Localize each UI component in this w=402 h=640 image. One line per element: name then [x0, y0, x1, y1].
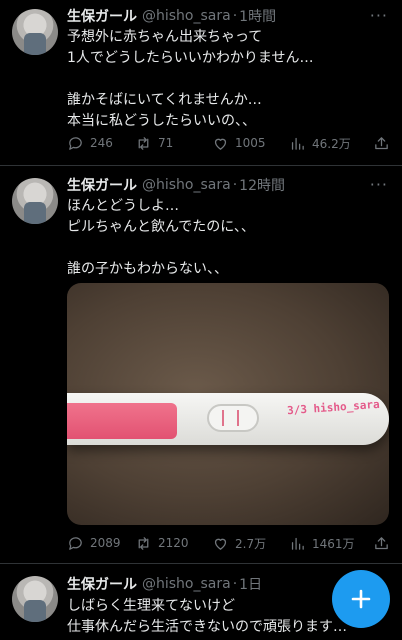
- like-count: 1005: [235, 136, 266, 150]
- views-icon: [291, 137, 304, 150]
- more-icon[interactable]: ···: [370, 175, 388, 194]
- reply-icon: [69, 536, 82, 550]
- reply-count: 2089: [90, 536, 121, 550]
- handle[interactable]: @hisho_sara: [142, 177, 231, 193]
- separator: ·: [232, 8, 238, 24]
- timestamp[interactable]: 12時間: [239, 175, 285, 195]
- timestamp[interactable]: 1日: [239, 574, 262, 594]
- avatar[interactable]: [12, 9, 58, 55]
- test-stick-cap: [67, 403, 177, 439]
- retweet-button[interactable]: 2120: [135, 535, 212, 552]
- reply-button[interactable]: 2089: [67, 535, 135, 552]
- tweet-text-line: 本当に私どうしたらいいの、、: [67, 113, 256, 129]
- tweet-header: 生保ガール @hisho_sara · 1時間: [67, 6, 276, 26]
- views-button[interactable]: 46.2万: [289, 135, 373, 152]
- tweet-text-line: [67, 238, 389, 259]
- retweet-icon: [138, 136, 149, 150]
- share-icon: [375, 536, 388, 549]
- display-name[interactable]: 生保ガール: [67, 574, 137, 594]
- tweet[interactable]: 生保ガール @hisho_sara · 1時間 ··· 予想外に赤ちゃん出来ちゃ…: [0, 0, 402, 166]
- retweet-count: 71: [158, 136, 174, 150]
- views-count: 1461万: [312, 536, 355, 551]
- tweet-text-line: ピルちゃんと飲んでたのに、、: [67, 219, 255, 235]
- reply-count: 246: [90, 136, 113, 150]
- more-icon[interactable]: ···: [370, 6, 388, 25]
- tweet-text-line: [67, 69, 389, 90]
- heart-icon: [214, 538, 227, 550]
- like-button[interactable]: 2.7万: [212, 535, 289, 552]
- views-icon: [291, 537, 304, 550]
- plus-icon: [351, 589, 371, 609]
- timestamp[interactable]: 1時間: [239, 6, 276, 26]
- tweet-text-line: 誰の子かもわからない、、: [67, 261, 228, 277]
- tweet-header: 生保ガール @hisho_sara · 12時間: [67, 175, 285, 195]
- tweet-text-line: 1人でどうしたらいいかわかりません…: [67, 50, 314, 66]
- separator: ·: [232, 576, 238, 592]
- avatar[interactable]: [12, 178, 58, 224]
- like-button[interactable]: 1005: [212, 135, 289, 152]
- like-count: 2.7万: [235, 536, 267, 551]
- views-button[interactable]: 1461万: [289, 535, 373, 552]
- compose-button[interactable]: [332, 570, 390, 628]
- reply-button[interactable]: 246: [67, 135, 135, 152]
- handle[interactable]: @hisho_sara: [142, 8, 231, 24]
- views-count: 46.2万: [312, 136, 351, 151]
- test-window: [207, 404, 259, 432]
- test-line: [237, 410, 239, 426]
- handle[interactable]: @hisho_sara: [142, 576, 231, 592]
- separator: ·: [232, 177, 238, 193]
- reply-icon: [69, 136, 82, 150]
- heart-icon: [214, 138, 227, 150]
- retweet-button[interactable]: 71: [135, 135, 212, 152]
- tweet-text: ほんとどうしよ… ピルちゃんと飲んでたのに、、 誰の子かもわからない、、: [67, 196, 389, 280]
- avatar[interactable]: [12, 576, 58, 622]
- retweet-count: 2120: [158, 536, 189, 550]
- retweet-icon: [138, 536, 149, 550]
- display-name[interactable]: 生保ガール: [67, 6, 137, 26]
- action-bar: 2089 2120 2.7万 1461万: [67, 533, 390, 553]
- share-button[interactable]: [373, 135, 390, 152]
- share-icon: [375, 136, 388, 149]
- action-bar: 246 71 1005 46.2万: [67, 133, 390, 153]
- tweet-text-line: 誰かそばにいてくれませんか…: [67, 92, 262, 108]
- share-button[interactable]: [373, 535, 390, 552]
- test-line: [222, 410, 224, 426]
- tweet-photo[interactable]: 3/3 hisho_sara: [67, 283, 389, 525]
- display-name[interactable]: 生保ガール: [67, 175, 137, 195]
- tweet-text: 予想外に赤ちゃん出来ちゃって 1人でどうしたらいいかわかりません… 誰かそばにい…: [67, 27, 389, 132]
- tweet-header: 生保ガール @hisho_sara · 1日: [67, 574, 262, 594]
- tweet-text-line: 予想外に赤ちゃん出来ちゃって: [67, 29, 263, 45]
- tweet-text-line: ほんとどうしよ…: [67, 198, 179, 214]
